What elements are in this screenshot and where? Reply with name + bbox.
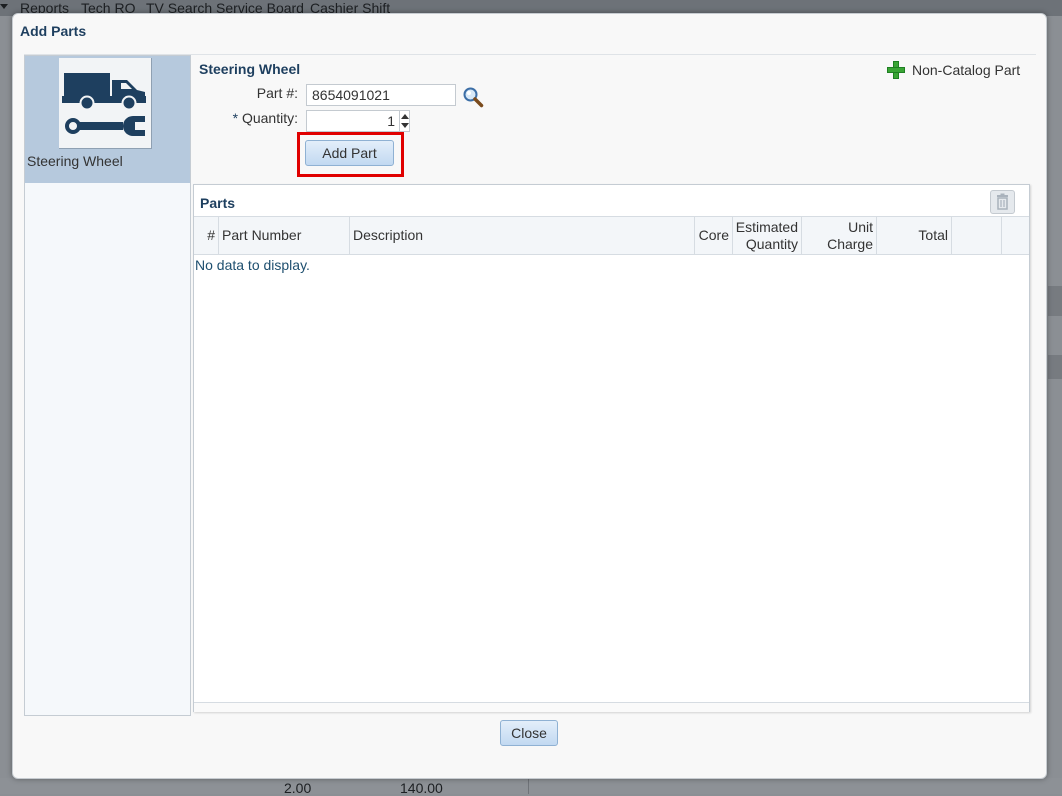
- background-grid-row: 2.00 140.00: [0, 778, 1062, 796]
- quantity-input[interactable]: [306, 110, 399, 132]
- category-label: Steering Wheel: [27, 153, 123, 169]
- background-strip: [1048, 355, 1062, 379]
- table-header: # Part Number Description Core Estimated…: [194, 216, 1029, 255]
- section-title: Steering Wheel: [199, 61, 301, 77]
- close-button[interactable]: Close: [500, 720, 558, 746]
- background-divider: [528, 778, 529, 794]
- quantity-label: * Quantity:: [213, 110, 298, 126]
- parts-title: Parts: [200, 195, 236, 211]
- column-header-number[interactable]: #: [194, 217, 219, 254]
- add-parts-dialog: Add Parts Steering Wheel Steering Wheel: [12, 13, 1047, 779]
- menu-caret-icon: [0, 4, 8, 9]
- part-number-label: Part #:: [256, 85, 298, 101]
- column-header-description[interactable]: Description: [350, 217, 695, 254]
- trash-icon: [997, 193, 1008, 210]
- part-number-input[interactable]: [306, 84, 456, 106]
- empty-message: No data to display.: [195, 257, 310, 273]
- truck-wrench-icon: [59, 58, 152, 149]
- plus-icon: [887, 61, 905, 79]
- quantity-spinner: [399, 110, 410, 132]
- background-strip: [1048, 286, 1062, 316]
- spinner-up-icon[interactable]: [401, 114, 409, 119]
- spinner-down-icon[interactable]: [401, 123, 409, 128]
- parts-panel: Parts # Part Number Description Core Est…: [193, 184, 1030, 712]
- dialog-title: Add Parts: [20, 23, 87, 39]
- search-icon[interactable]: [462, 86, 484, 108]
- column-header-part-number[interactable]: Part Number: [219, 217, 350, 254]
- delete-button[interactable]: [990, 190, 1015, 214]
- column-header-estimated-quantity[interactable]: Estimated Quantity: [733, 217, 802, 254]
- column-header-unit-charge[interactable]: Unit Charge: [802, 217, 877, 254]
- add-part-button[interactable]: Add Part: [305, 140, 394, 166]
- column-header-core[interactable]: Core: [695, 217, 733, 254]
- required-marker: *: [232, 110, 239, 126]
- category-item-steering-wheel[interactable]: Steering Wheel: [25, 56, 190, 183]
- horizontal-scrollbar[interactable]: [194, 702, 1029, 712]
- non-catalog-part-link[interactable]: Non-Catalog Part: [887, 60, 1020, 80]
- column-header-actions: [952, 217, 1002, 254]
- column-header-spacer: [1002, 217, 1029, 254]
- quantity-label-text: Quantity:: [241, 110, 298, 126]
- non-catalog-part-label: Non-Catalog Part: [912, 62, 1021, 78]
- category-list: Steering Wheel: [24, 55, 191, 716]
- column-header-total[interactable]: Total: [877, 217, 952, 254]
